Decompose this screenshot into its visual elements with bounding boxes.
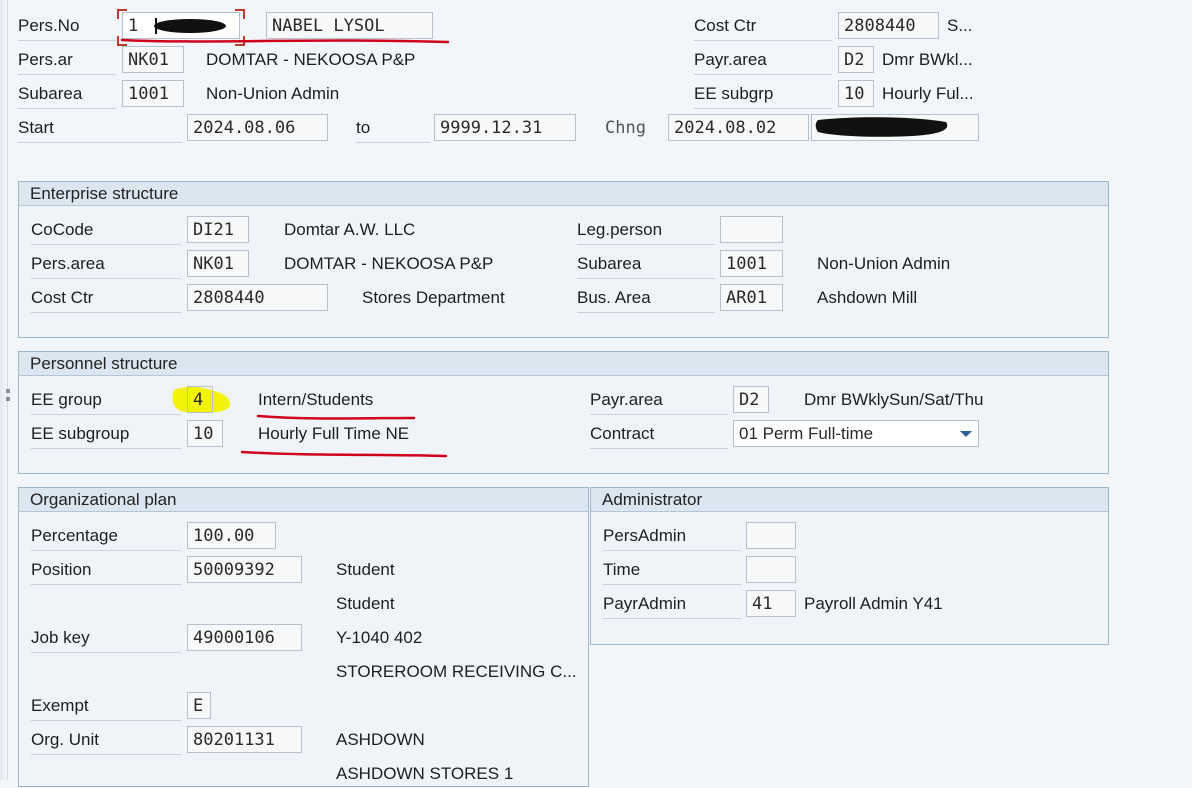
ee-subgroup-field: 10: [187, 420, 223, 447]
ee-subgrp-field: 10: [838, 80, 874, 107]
ee-subgroup-label: EE subgroup: [31, 420, 181, 449]
pers-admin-field: [746, 522, 796, 549]
pers-area-field: NK01: [187, 250, 249, 277]
ee-subgrp-label: EE subgrp: [694, 80, 832, 109]
org-unit-field: 80201131: [187, 726, 302, 753]
ee-group-label: EE group: [31, 386, 181, 415]
payr-admin-field: 41: [746, 590, 796, 617]
pers-ar-label: Pers.ar: [18, 46, 116, 75]
pers-ar-text: DOMTAR - NEKOOSA P&P: [206, 50, 416, 69]
position-field: 50009392: [187, 556, 302, 583]
payr-admin-label: PayrAdmin: [603, 590, 741, 619]
subarea-field: 1001: [720, 250, 783, 277]
contract-value: 01 Perm Full-time: [739, 424, 874, 443]
position-text: Student: [336, 560, 395, 579]
payr-area-text: Dmr BWklySun/Sat/Thu: [804, 390, 984, 409]
org-unit-text-long: ASHDOWN STORES 1: [336, 764, 514, 783]
focus-corner: [117, 9, 127, 19]
subarea-text: Non-Union Admin: [817, 254, 951, 273]
pers-no-label: Pers.No: [18, 12, 116, 41]
payr-admin-text: Payroll Admin Y41: [804, 594, 943, 613]
subarea-label: Subarea: [577, 250, 715, 279]
annotation-underline: [240, 414, 448, 458]
start-label: Start: [18, 114, 182, 143]
personnel-structure-title: Personnel structure: [19, 352, 1108, 376]
contract-label: Contract: [590, 420, 728, 449]
cost-ctr-field: 2808440: [838, 12, 939, 39]
redaction-scribble: [815, 117, 948, 137]
chevron-down-icon[interactable]: [960, 431, 972, 437]
time-admin-label: Time: [603, 556, 741, 585]
change-date-field: 2024.08.02: [668, 114, 809, 141]
job-key-text-long: STOREROOM RECEIVING C...: [336, 662, 577, 681]
bus-area-field: AR01: [720, 284, 783, 311]
exempt-field: E: [187, 692, 211, 719]
pers-admin-label: PersAdmin: [603, 522, 741, 551]
chng-label: Chng: [605, 118, 646, 138]
cost-ctr-label: Cost Ctr: [694, 12, 832, 41]
pers-area-label: Pers.area: [31, 250, 181, 279]
cocode-field: DI21: [187, 216, 249, 243]
cost-ctr-label: Cost Ctr: [31, 284, 181, 313]
payr-area-field: D2: [838, 46, 874, 73]
position-text-long: Student: [336, 594, 395, 613]
percentage-field: 100.00: [187, 522, 276, 549]
cost-ctr-text: Stores Department: [362, 288, 505, 307]
cocode-label: CoCode: [31, 216, 181, 245]
focus-corner: [235, 9, 245, 19]
percentage-label: Percentage: [31, 522, 181, 551]
splitter-grip[interactable]: [6, 389, 10, 393]
position-label: Position: [31, 556, 181, 585]
splitter-grip[interactable]: [6, 397, 10, 401]
job-key-field: 49000106: [187, 624, 302, 651]
payr-area-field: D2: [733, 386, 769, 413]
leg-person-field: [720, 216, 783, 243]
end-date-field: 9999.12.31: [434, 114, 576, 141]
enterprise-structure-title: Enterprise structure: [19, 182, 1108, 206]
subarea-text: Non-Union Admin: [206, 84, 340, 103]
bus-area-label: Bus. Area: [577, 284, 715, 313]
cost-ctr-field: 2808440: [187, 284, 328, 311]
payr-area-label: Payr.area: [590, 386, 728, 415]
administrator-title: Administrator: [591, 488, 1108, 512]
payr-area-label: Payr.area: [694, 46, 832, 75]
organizational-plan-title: Organizational plan: [19, 488, 588, 512]
annotation-underline: [120, 38, 450, 44]
subarea-field: 1001: [122, 80, 184, 107]
leg-person-label: Leg.person: [577, 216, 715, 245]
pers-ar-field: NK01: [122, 46, 184, 73]
ee-subgrp-text: Hourly Ful...: [882, 84, 974, 103]
time-admin-field: [746, 556, 796, 583]
contract-dropdown[interactable]: 01 Perm Full-time: [733, 420, 979, 447]
pers-area-text: DOMTAR - NEKOOSA P&P: [284, 254, 494, 273]
bus-area-text: Ashdown Mill: [817, 288, 918, 307]
job-key-text: Y-1040 402: [336, 628, 423, 647]
ee-group-field: 4: [187, 386, 213, 413]
subarea-label: Subarea: [18, 80, 116, 109]
to-label: to: [356, 114, 430, 143]
org-unit-label: Org. Unit: [31, 726, 181, 755]
cost-ctr-text: S...: [947, 16, 973, 35]
payr-area-text: Dmr BWkl...: [882, 50, 973, 69]
org-unit-text: ASHDOWN: [336, 730, 425, 749]
job-key-label: Job key: [31, 624, 181, 653]
cocode-text: Domtar A.W. LLC: [284, 220, 416, 239]
exempt-label: Exempt: [31, 692, 181, 721]
start-date-field: 2024.08.06: [187, 114, 328, 141]
